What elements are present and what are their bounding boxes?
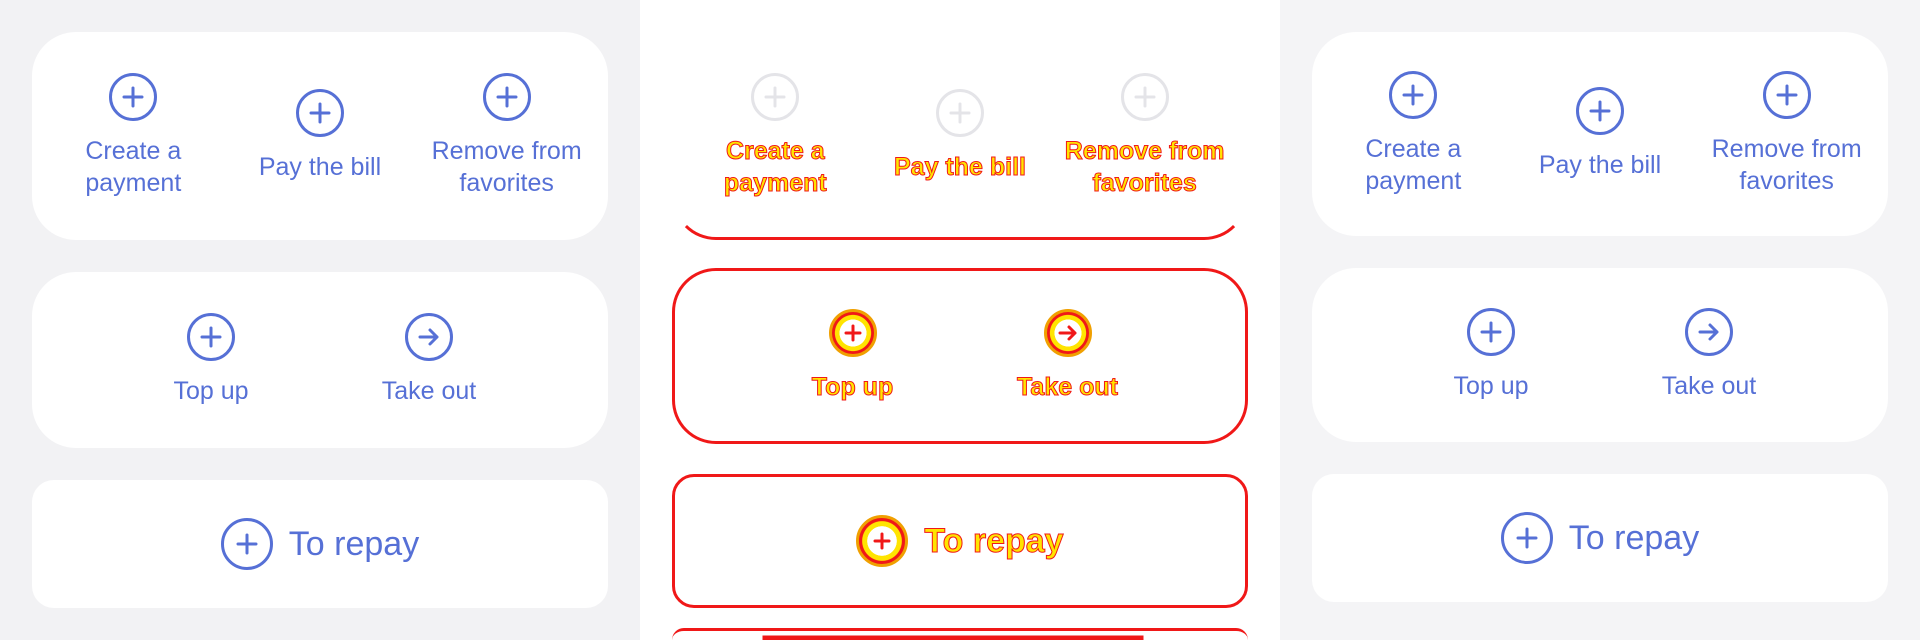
comparison-stage: Create a payment Pay the bill Remove fro…	[0, 0, 1920, 640]
top-up-label: Top up	[173, 377, 249, 405]
take-out-label: Take out	[1017, 373, 1119, 402]
pay-bill-button[interactable]: Pay the bill	[230, 89, 410, 183]
repay-card[interactable]: To repay	[1312, 474, 1888, 602]
plus-circle-icon	[1762, 71, 1811, 119]
plus-circle-icon	[828, 309, 877, 357]
panel-reference: Create a payment Pay the bill Remove fro…	[0, 0, 640, 640]
card-edge-divider	[672, 628, 1248, 640]
remove-favorites-button[interactable]: Remove from favorites	[417, 73, 597, 199]
plus-circle-icon	[295, 89, 344, 137]
create-payment-button[interactable]: Create a payment	[1323, 71, 1503, 197]
balance-actions-card: Top up Take out	[1312, 268, 1888, 442]
to-repay-button[interactable]: To repay	[856, 515, 1064, 567]
quick-actions-card: Create a payment Pay the bill Remove fro…	[32, 32, 608, 240]
to-repay-label: To repay	[924, 522, 1064, 561]
to-repay-button[interactable]: To repay	[1500, 512, 1700, 564]
remove-favorites-button[interactable]: Remove from favorites	[1697, 71, 1877, 197]
remove-favorites-label: Remove from favorites	[431, 137, 582, 197]
plus-circle-icon	[1575, 87, 1624, 135]
arrow-right-circle-icon	[1685, 308, 1733, 356]
plus-circle-icon	[482, 73, 531, 121]
top-up-button[interactable]: Top up	[1401, 308, 1581, 402]
plus-circle-icon	[1500, 512, 1553, 564]
plus-circle-icon	[1120, 73, 1169, 121]
create-payment-label: Create a payment	[85, 137, 182, 197]
remove-favorites-label: Remove from favorites	[1064, 137, 1225, 198]
pay-bill-label: Pay the bill	[893, 153, 1026, 182]
take-out-button[interactable]: Take out	[339, 313, 519, 407]
plus-circle-icon	[935, 89, 984, 137]
top-up-button[interactable]: Top up	[763, 309, 943, 403]
balance-actions-card: Top up Take out	[672, 268, 1248, 444]
arrow-right-circle-icon	[1043, 309, 1092, 357]
plus-circle-icon	[751, 73, 800, 121]
panel-actual: Create a payment Pay the bill Remove fro…	[1280, 0, 1920, 640]
panel-diff: Create a payment Pay the bill Remove fro…	[640, 0, 1280, 640]
plus-circle-icon	[220, 518, 273, 570]
plus-circle-icon	[109, 73, 158, 121]
top-up-button[interactable]: Top up	[121, 313, 301, 407]
pay-bill-button[interactable]: Pay the bill	[1510, 87, 1690, 181]
pay-bill-label: Pay the bill	[258, 153, 382, 181]
create-payment-label: Create a payment	[1365, 135, 1462, 195]
to-repay-button[interactable]: To repay	[220, 518, 420, 570]
remove-favorites-button[interactable]: Remove from favorites	[1055, 73, 1235, 199]
quick-actions-card: Create a payment Pay the bill Remove fro…	[672, 32, 1248, 240]
arrow-right-circle-icon	[405, 313, 453, 361]
pay-bill-label: Pay the bill	[1538, 151, 1662, 179]
quick-actions-card: Create a payment Pay the bill Remove fro…	[1312, 32, 1888, 236]
take-out-button[interactable]: Take out	[978, 309, 1158, 403]
take-out-button[interactable]: Take out	[1619, 308, 1799, 402]
plus-circle-icon	[1467, 308, 1515, 356]
create-payment-button[interactable]: Create a payment	[685, 73, 865, 199]
to-repay-label: To repay	[288, 525, 420, 563]
top-up-label: Top up	[1453, 372, 1529, 400]
plus-circle-icon	[1389, 71, 1438, 119]
to-repay-label: To repay	[1568, 519, 1700, 557]
create-payment-label: Create a payment	[723, 137, 827, 198]
take-out-label: Take out	[381, 377, 477, 405]
remove-favorites-label: Remove from favorites	[1711, 135, 1862, 195]
pay-bill-button[interactable]: Pay the bill	[870, 89, 1050, 183]
take-out-label: Take out	[1661, 372, 1757, 400]
plus-circle-icon	[187, 313, 235, 361]
create-payment-button[interactable]: Create a payment	[43, 73, 223, 199]
balance-actions-card: Top up Take out	[32, 272, 608, 448]
repay-card[interactable]: To repay	[32, 480, 608, 608]
repay-card[interactable]: To repay	[672, 474, 1248, 608]
plus-circle-icon	[856, 515, 909, 567]
top-up-label: Top up	[811, 373, 894, 402]
